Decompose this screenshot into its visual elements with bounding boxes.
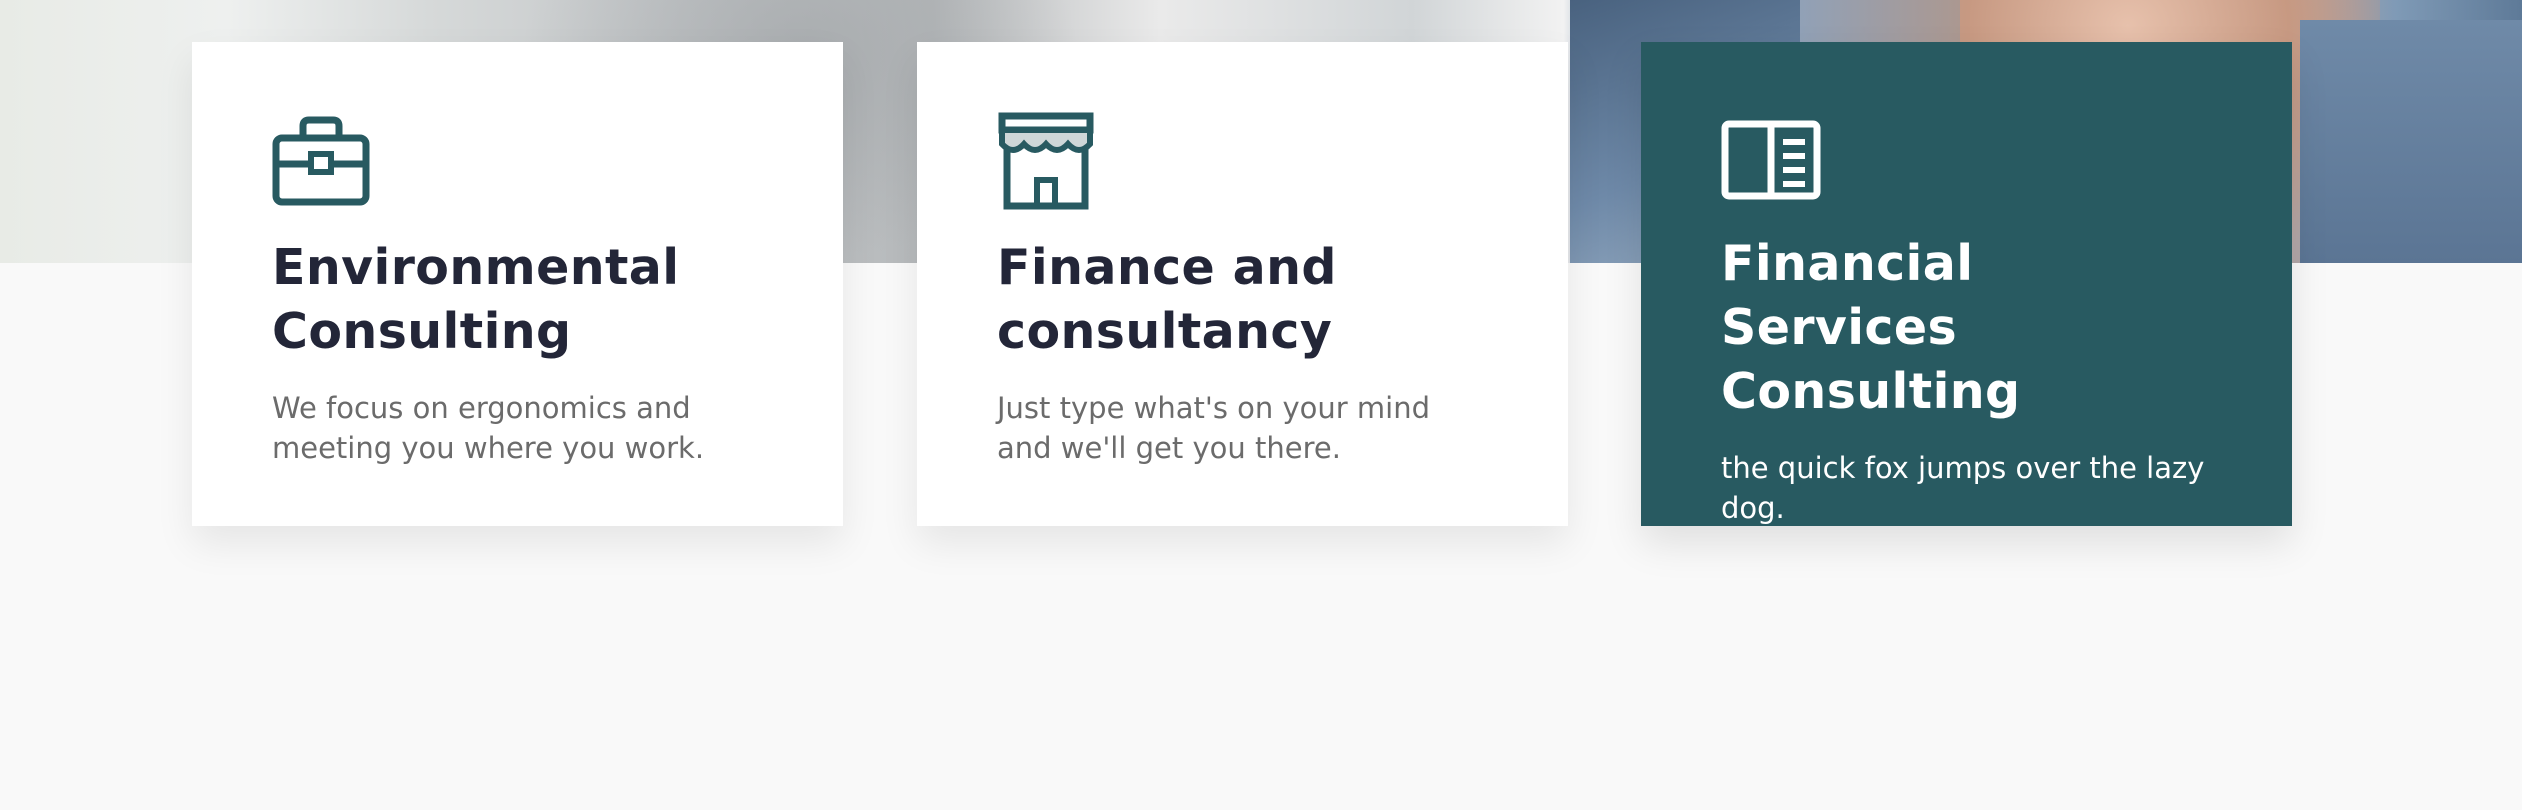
card-description: the quick fox jumps over the lazy dog. [1721, 451, 2205, 525]
storefront-icon [998, 112, 1094, 210]
service-card-financial-services-consulting[interactable]: Financial Services Consulting the quick … [1641, 42, 2292, 526]
card-title: Finance and consultancy [997, 239, 1337, 360]
card-description: We focus on ergonomics and meeting you w… [272, 391, 705, 465]
briefcase-icon [272, 116, 370, 206]
hero-image-region [2300, 20, 2522, 263]
card-title: Financial Services Consulting [1721, 235, 2021, 420]
service-card-finance-and-consultancy[interactable]: Finance and consultancy Just type what's… [917, 42, 1568, 526]
service-card-environmental-consulting[interactable]: Environmental Consulting We focus on erg… [192, 42, 843, 526]
card-title: Environmental Consulting [272, 239, 680, 360]
card-description: Just type what's on your mind and we'll … [997, 391, 1431, 465]
book-icon [1721, 120, 1821, 200]
